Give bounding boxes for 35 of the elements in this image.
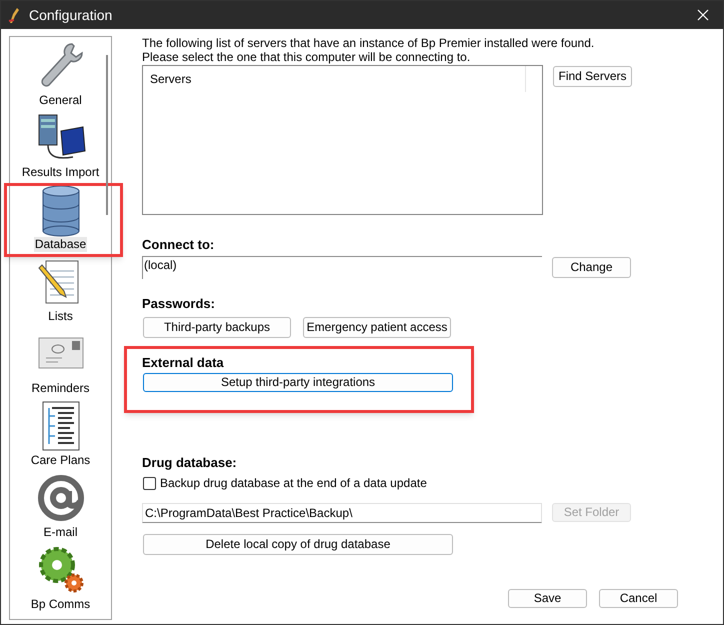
sidebar-item[interactable]: Lists — [47, 309, 74, 324]
window-title: Configuration — [29, 8, 112, 22]
dialog-button[interactable]: Save — [508, 589, 587, 608]
instruction-text: The following list of servers that have an instance of Bp Premier installed were found. — [142, 36, 596, 50]
checkbox-label[interactable]: Backup drug database at the end of a data update — [160, 476, 427, 491]
password-button[interactable]: Third-party backups — [143, 317, 291, 338]
close-icon[interactable] — [697, 9, 709, 21]
change-button[interactable]: Change — [552, 257, 631, 278]
scrollbar-thumb[interactable] — [106, 55, 108, 215]
folder-field[interactable]: C:\ProgramData\Best Practice\Backup\ — [142, 503, 542, 523]
server-list[interactable]: Servers — [142, 65, 543, 215]
sidebar-item[interactable]: Results Import — [20, 165, 100, 180]
dialog-button[interactable]: Cancel — [599, 589, 678, 608]
sidebar-item[interactable]: Reminders — [30, 381, 91, 396]
at-sign-icon — [38, 473, 84, 523]
section-heading: Drug database: — [142, 455, 238, 470]
password-button[interactable]: Emergency patient access — [303, 317, 451, 338]
gears-icon — [36, 545, 84, 595]
find-servers-button[interactable]: Find Servers — [553, 66, 632, 87]
connection-field[interactable]: (local) — [142, 256, 542, 279]
section-heading: Connect to: — [142, 237, 216, 252]
delete-drug-database-button[interactable]: Delete local copy of drug database — [143, 534, 453, 555]
document-tree-icon — [40, 400, 82, 452]
sidebar-item[interactable]: Care Plans — [30, 453, 92, 468]
app-icon — [7, 6, 21, 24]
section-heading: External data — [142, 355, 225, 370]
setup-integrations-button[interactable]: Setup third-party integrations — [143, 373, 453, 392]
sidebar-item[interactable]: Bp Comms — [30, 597, 92, 612]
checkbox[interactable] — [143, 477, 156, 490]
sidebar-item[interactable]: General — [38, 93, 83, 108]
column-header[interactable]: Servers — [150, 72, 192, 86]
section-heading: Passwords: — [142, 296, 216, 311]
sidebar-item[interactable]: E-mail — [42, 525, 78, 540]
instruction-text: Please select the one that this computer will be connecting to. — [142, 50, 472, 64]
sidebar-item[interactable]: Database — [34, 237, 88, 252]
